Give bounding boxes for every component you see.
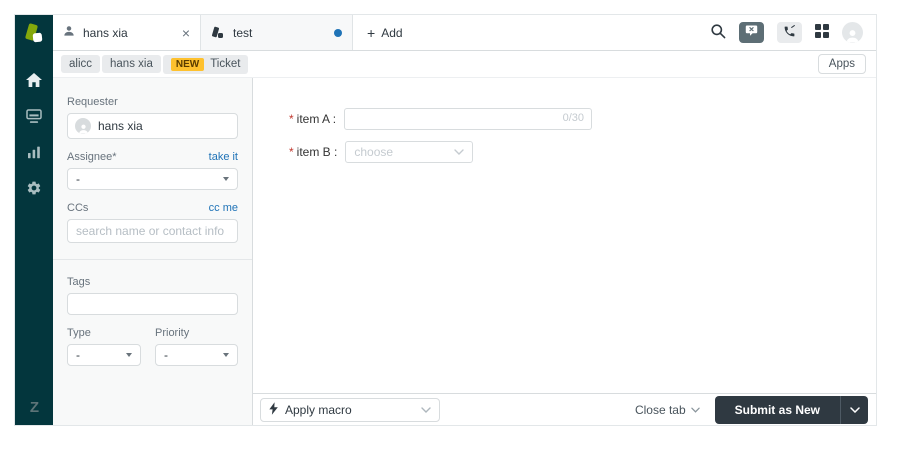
views-icon [26, 108, 42, 124]
chevron-down-icon [223, 353, 229, 357]
chat-button[interactable] [739, 22, 764, 43]
required-marker: * [289, 145, 294, 159]
requester-field: Requester hans xia [67, 96, 238, 139]
avatar[interactable] [842, 22, 863, 43]
topbar-icons [710, 15, 876, 50]
gear-icon [26, 180, 42, 196]
home-icon [26, 72, 42, 88]
type-label: Type [67, 327, 91, 339]
assignee-field: Assignee* take it - [67, 151, 238, 190]
add-tab-button[interactable]: + Add [353, 15, 417, 50]
screenshot-stage: Z hans xia × test + Add alicc hans xia N… [0, 0, 900, 458]
take-it-link[interactable]: take it [209, 151, 238, 163]
phone-button[interactable] [777, 22, 802, 43]
panel-divider [53, 259, 252, 260]
apply-macro-label: Apply macro [285, 402, 352, 417]
unsaved-dot-icon [334, 28, 342, 37]
type-value: - [76, 348, 80, 362]
tab-test[interactable]: test [201, 15, 353, 50]
sidebar-item-views[interactable] [15, 98, 53, 134]
chevron-down-icon [421, 406, 431, 413]
phone-icon [783, 24, 796, 41]
reports-icon [27, 145, 41, 159]
breadcrumb: alicc hans xia NEW Ticket Apps [53, 51, 876, 78]
plus-icon: + [367, 24, 376, 41]
main-sidebar: Z [15, 15, 53, 425]
ccs-field: CCs cc me [67, 202, 238, 243]
assignee-label: Assignee* [67, 151, 117, 163]
item-a-label: item A : [296, 112, 337, 126]
lightning-icon [269, 401, 278, 418]
cc-me-link[interactable]: cc me [209, 202, 238, 214]
requester-avatar [75, 118, 91, 134]
close-tab-label: Close tab [634, 402, 686, 417]
chevron-down-icon [454, 149, 465, 155]
ccs-label: CCs [67, 202, 89, 214]
tags-label: Tags [67, 276, 91, 288]
tab-label: hans xia [83, 25, 128, 40]
requester-label: Requester [67, 96, 118, 108]
assignee-select[interactable]: - [67, 168, 238, 190]
item-b-select[interactable]: choose [345, 141, 474, 163]
requester-input[interactable]: hans xia [67, 113, 238, 139]
assignee-value: - [76, 172, 80, 186]
breadcrumb-item-requester[interactable]: hans xia [102, 55, 161, 73]
submit-split-button: Submit as New [714, 395, 868, 424]
logo-white-shape [32, 32, 43, 43]
chevron-down-icon [223, 177, 229, 181]
ticket-logo-icon [211, 26, 225, 40]
person-icon [63, 25, 75, 40]
type-field: Type - [67, 327, 141, 366]
ticket-properties-panel: Requester hans xia Assignee* take it - C… [53, 78, 253, 425]
sidebar-item-reports[interactable] [15, 134, 53, 170]
item-b-label: item B : [296, 145, 338, 159]
apply-macro-select[interactable]: Apply macro [260, 397, 440, 422]
ticket-form-area: * item A : 0/30 * item B : choose Apply … [253, 78, 876, 425]
sidebar-item-home[interactable] [15, 62, 53, 98]
apps-button[interactable]: Apps [817, 54, 866, 74]
priority-value: - [164, 348, 168, 362]
item-b-placeholder: choose [354, 145, 394, 159]
chat-icon [745, 25, 758, 40]
tags-input[interactable] [67, 293, 238, 315]
breadcrumb-item-ticket[interactable]: NEW Ticket [162, 54, 249, 74]
add-tab-label: Add [381, 25, 403, 40]
item-a-input[interactable] [344, 108, 593, 130]
chevron-down-icon [126, 353, 132, 357]
item-a-input-wrap: 0/30 [344, 108, 593, 130]
search-icon[interactable] [710, 23, 726, 42]
ccs-input[interactable] [67, 219, 238, 243]
product-logo[interactable] [22, 22, 46, 46]
priority-label: Priority [155, 327, 190, 339]
breadcrumb-ticket-label: Ticket [210, 58, 241, 70]
submit-as-new-button[interactable]: Submit as New [715, 395, 841, 424]
close-tab-dropdown[interactable]: Close tab [635, 403, 700, 417]
sidebar-item-admin[interactable] [15, 170, 53, 206]
required-marker: * [289, 112, 294, 126]
tab-bar: hans xia × test + Add [53, 15, 876, 51]
item-b-row: * item B : choose [289, 141, 876, 163]
tab-label: test [233, 25, 253, 40]
ticket-footer-bar: Apply macro Close tab Submit as New [253, 393, 876, 425]
requester-value: hans xia [98, 119, 143, 133]
priority-field: Priority - [155, 327, 238, 366]
apps-grid-icon[interactable] [815, 24, 829, 41]
priority-select[interactable]: - [155, 344, 238, 366]
type-select[interactable]: - [67, 344, 141, 366]
zendesk-logo: Z [29, 399, 39, 416]
tags-field: Tags [67, 276, 238, 315]
chevron-down-icon [690, 407, 700, 413]
status-badge: NEW [170, 57, 205, 71]
chevron-down-icon [849, 406, 860, 413]
item-a-row: * item A : 0/30 [289, 108, 876, 130]
submit-options-button[interactable] [841, 396, 868, 424]
breadcrumb-item-account[interactable]: alicc [61, 55, 101, 73]
tab-hans-xia[interactable]: hans xia × [53, 15, 201, 50]
agent-workspace-window: Z hans xia × test + Add alicc hans xia N… [14, 14, 877, 426]
close-icon[interactable]: × [182, 26, 190, 40]
